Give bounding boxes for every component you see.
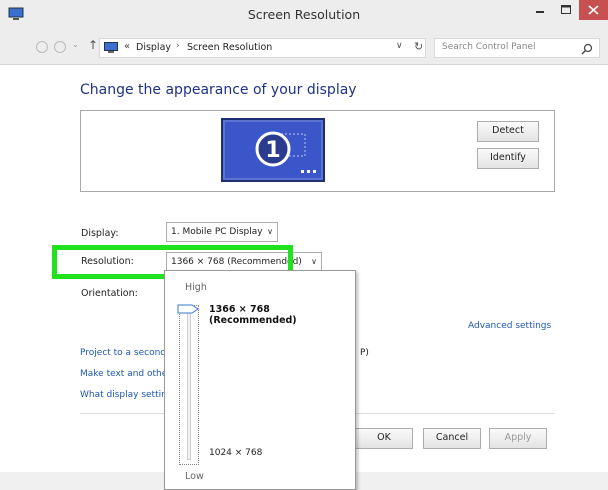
monitor-1[interactable]: 1: [221, 118, 325, 182]
identify-button[interactable]: Identify: [477, 148, 539, 169]
slider-thumb[interactable]: [177, 304, 199, 314]
orientation-label: Orientation:: [81, 288, 138, 299]
address-dropdown-icon[interactable]: ∨: [396, 41, 403, 51]
display-preview: 1 Detect Identify: [80, 110, 555, 192]
close-button[interactable]: [579, 0, 608, 20]
recent-locations-chevron-icon[interactable]: ⌄: [72, 40, 79, 49]
address-bar: ⌄ ↑ « Display › Screen Resolution ∨ ↻ Se…: [0, 30, 608, 65]
breadcrumb[interactable]: « Display › Screen Resolution ∨ ↻: [99, 38, 426, 58]
ok-button[interactable]: OK: [355, 428, 413, 449]
display-dropdown-value: 1. Mobile PC Display: [171, 227, 263, 237]
minimize-button[interactable]: [527, 0, 553, 20]
display-dropdown[interactable]: 1. Mobile PC Display ∨: [166, 222, 278, 242]
display-settings-help-link[interactable]: What display setting: [80, 390, 173, 400]
apply-button[interactable]: Apply: [489, 428, 547, 449]
monitor-number: 1: [265, 138, 280, 163]
resolution-option-recommended[interactable]: 1366 × 768 (Recommended): [209, 304, 355, 326]
control-panel-icon: [104, 42, 118, 53]
breadcrumb-screen-resolution[interactable]: Screen Resolution: [187, 42, 272, 53]
display-label: Display:: [81, 228, 119, 239]
project-second-screen-link[interactable]: Project to a second: [80, 348, 166, 358]
breadcrumb-prefix-icon[interactable]: «: [124, 41, 130, 52]
chevron-down-icon: ∨: [267, 227, 273, 236]
maximize-button[interactable]: [553, 0, 579, 20]
make-text-larger-link[interactable]: Make text and other: [80, 369, 171, 379]
resolution-slider-popup: High 1366 × 768 (Recommended) 1024 × 768…: [164, 270, 356, 490]
title-bar: Screen Resolution: [0, 0, 608, 30]
cancel-button[interactable]: Cancel: [423, 428, 481, 449]
search-input[interactable]: Search Control Panel: [434, 38, 600, 58]
window-title: Screen Resolution: [247, 7, 361, 22]
slider-low-label: Low: [185, 471, 204, 482]
page-heading: Change the appearance of your display: [80, 82, 357, 98]
refresh-icon[interactable]: ↻: [414, 40, 423, 53]
resolution-option-1024[interactable]: 1024 × 768: [209, 448, 262, 458]
chevron-down-icon: ∨: [311, 257, 317, 266]
search-placeholder: Search Control Panel: [442, 42, 536, 52]
slider-high-label: High: [185, 282, 207, 293]
advanced-settings-link[interactable]: Advanced settings: [468, 321, 551, 331]
slider-track[interactable]: [179, 305, 199, 465]
forward-button[interactable]: [54, 41, 66, 53]
project-link-tail: P): [360, 348, 369, 358]
breadcrumb-display[interactable]: Display: [136, 42, 171, 53]
slider-track-inner: [187, 310, 191, 460]
search-icon[interactable]: [581, 43, 593, 55]
breadcrumb-separator-icon: ›: [176, 41, 180, 51]
detect-button[interactable]: Detect: [477, 121, 539, 142]
back-button[interactable]: [36, 41, 48, 53]
up-arrow-icon[interactable]: ↑: [88, 38, 98, 52]
